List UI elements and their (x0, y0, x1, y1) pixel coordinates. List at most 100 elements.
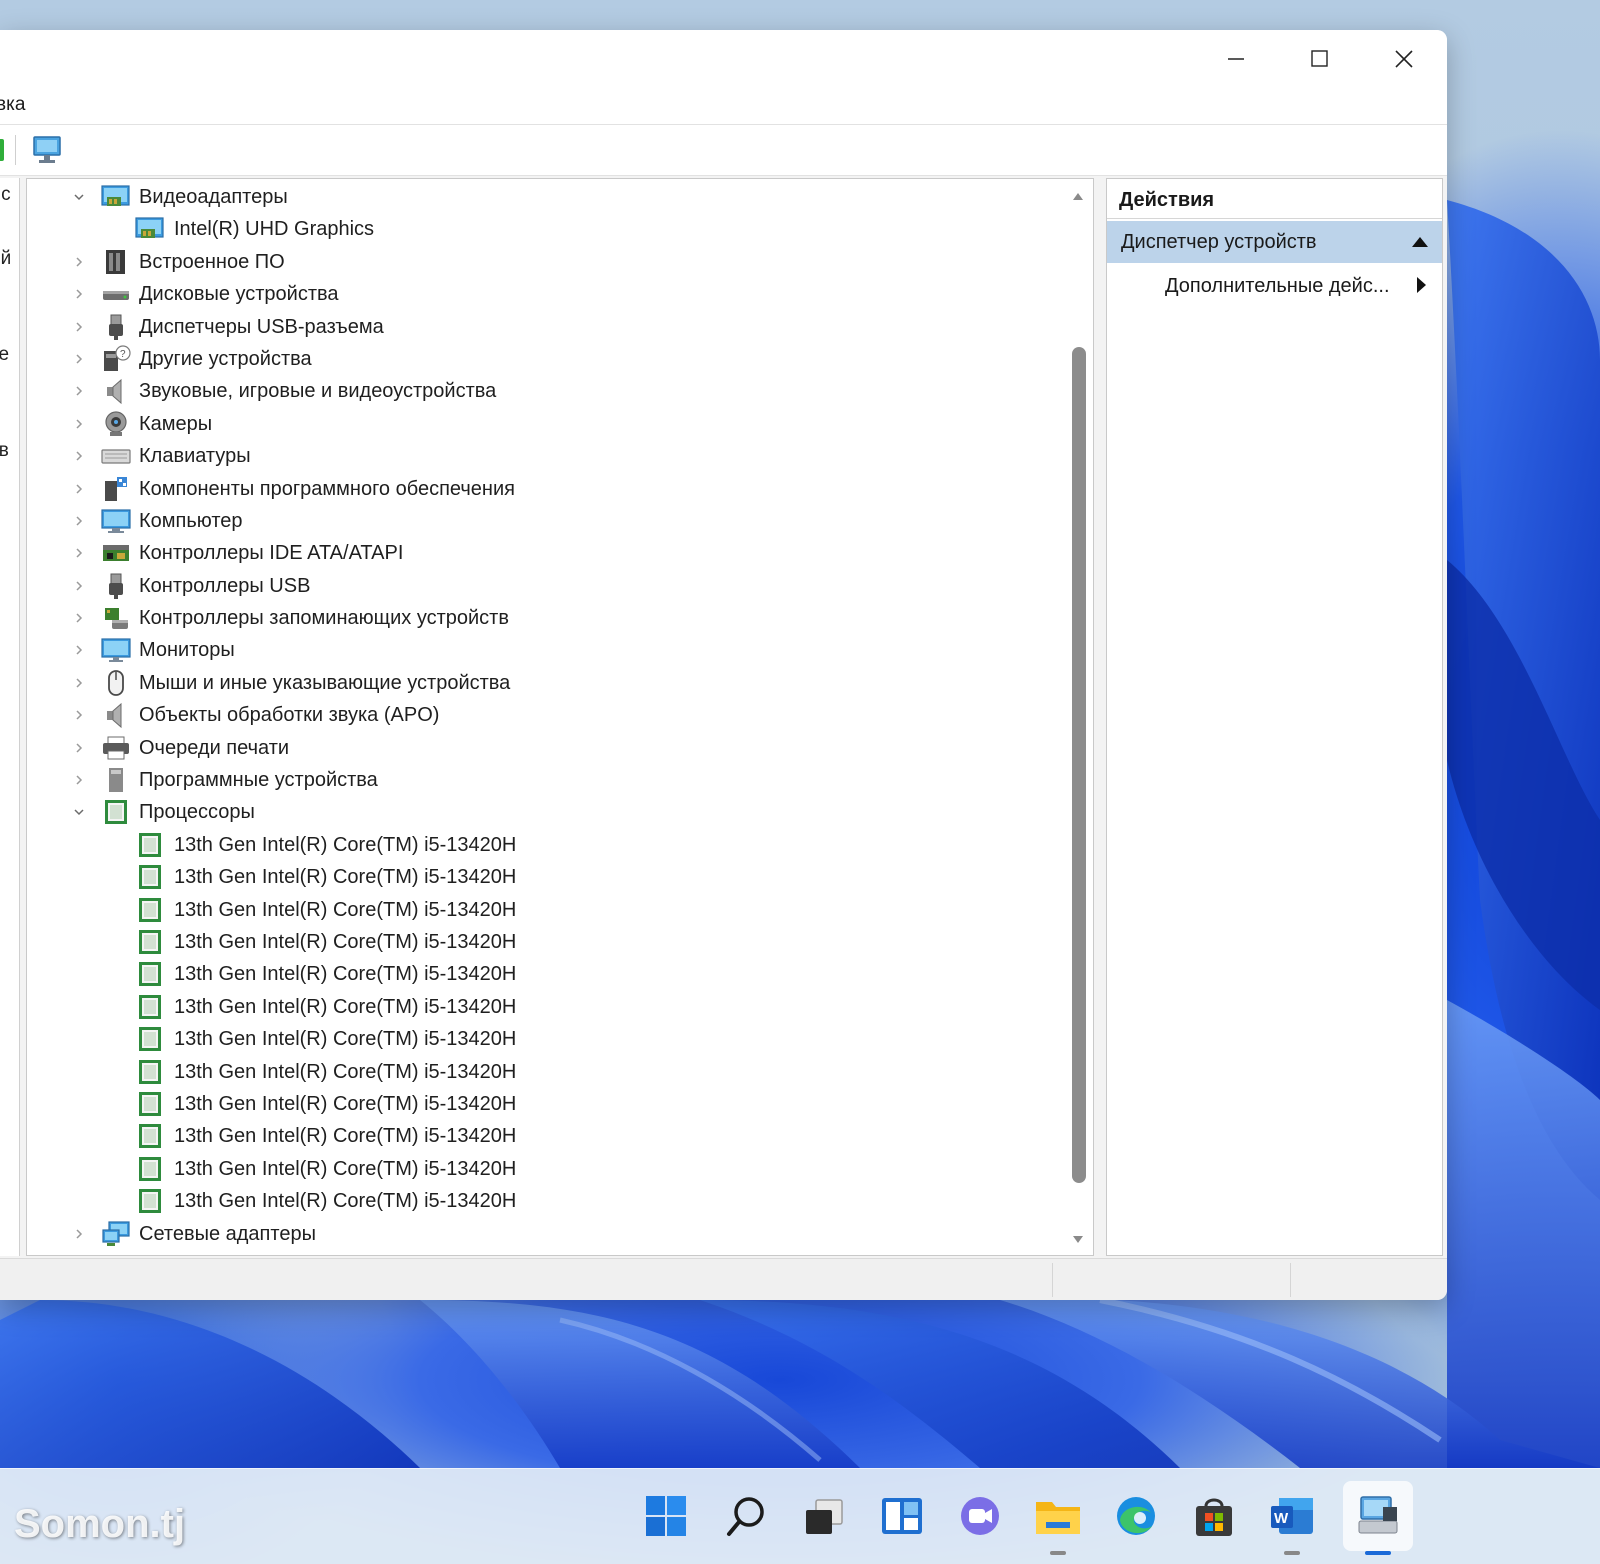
tree-category-row[interactable]: Диспетчеры USB-разъема (27, 311, 1067, 343)
tree-category-row[interactable]: Звуковые, игровые и видеоустройства (27, 375, 1067, 407)
tree-device-row[interactable]: 13th Gen Intel(R) Core(TM) i5-13420H (27, 894, 1067, 926)
tree-item-label: Контроллеры USB (139, 574, 311, 597)
device-tree-pane: Видеоадаптеры Intel(R) UHD Graphics Встрое… (26, 178, 1094, 1256)
taskbar-store-button[interactable] (1179, 1481, 1249, 1551)
chevron-right-icon[interactable] (71, 383, 87, 399)
taskbar-widgets-button[interactable] (867, 1481, 937, 1551)
tree-item-label: Процессоры (139, 801, 255, 824)
tree-category-row[interactable]: Процессоры (27, 796, 1067, 828)
chevron-right-icon[interactable] (71, 610, 87, 626)
tree-category-row[interactable]: Дисковые устройства (27, 278, 1067, 310)
status-divider (1052, 1263, 1053, 1297)
tree-category-row[interactable]: Компьютер (27, 505, 1067, 537)
device-tree: Видеоадаптеры Intel(R) UHD Graphics Встрое… (27, 181, 1067, 1250)
chevron-right-icon[interactable] (71, 286, 87, 302)
tree-category-row[interactable]: Очереди печати (27, 732, 1067, 764)
taskbar-start-button[interactable] (631, 1481, 701, 1551)
tree-device-row[interactable]: 13th Gen Intel(R) Core(TM) i5-13420H (27, 861, 1067, 893)
chevron-right-icon[interactable] (71, 448, 87, 464)
collapse-triangle-icon[interactable] (1412, 237, 1428, 247)
tree-category-row[interactable]: Контроллеры USB (27, 570, 1067, 602)
chevron-right-icon[interactable] (71, 1226, 87, 1242)
scroll-down-arrow-icon[interactable] (1073, 1236, 1083, 1243)
storage-controller-icon (101, 604, 131, 632)
processor-icon (135, 863, 165, 891)
chevron-down-icon[interactable] (71, 189, 87, 205)
minimize-button[interactable] (1206, 42, 1266, 76)
tree-device-row[interactable]: 13th Gen Intel(R) Core(TM) i5-13420H (27, 991, 1067, 1023)
tree-device-row[interactable]: 13th Gen Intel(R) Core(TM) i5-13420H (27, 958, 1067, 990)
tree-item-label: Сетевые адаптеры (139, 1222, 316, 1245)
title-bar[interactable] (0, 30, 1447, 88)
tree-device-row[interactable]: Intel(R) UHD Graphics (27, 213, 1067, 245)
chevron-right-icon[interactable] (71, 481, 87, 497)
tree-category-row[interactable]: Камеры (27, 408, 1067, 440)
chevron-down-icon[interactable] (71, 804, 87, 820)
taskbar-word-button[interactable]: W (1257, 1481, 1327, 1555)
tree-device-row[interactable]: 13th Gen Intel(R) Core(TM) i5-13420H (27, 1153, 1067, 1185)
processor-icon (135, 1025, 165, 1053)
tree-device-row[interactable]: 13th Gen Intel(R) Core(TM) i5-13420H (27, 1088, 1067, 1120)
chevron-right-icon[interactable] (71, 772, 87, 788)
close-button[interactable] (1374, 42, 1434, 76)
chevron-right-icon[interactable] (71, 416, 87, 432)
tree-device-row[interactable]: 13th Gen Intel(R) Core(TM) i5-13420H (27, 926, 1067, 958)
tree-category-row[interactable]: Программные устройства (27, 764, 1067, 796)
chevron-right-icon[interactable] (71, 351, 87, 367)
vertical-scrollbar[interactable] (1065, 179, 1093, 1255)
tree-device-row[interactable]: 13th Gen Intel(R) Core(TM) i5-13420H (27, 1120, 1067, 1152)
scrollbar-thumb[interactable] (1072, 347, 1086, 1183)
taskbar-search-button[interactable] (711, 1481, 781, 1551)
menu-item-help[interactable]: вка (0, 94, 25, 116)
tree-category-row[interactable]: Мониторы (27, 634, 1067, 666)
tree-category-row[interactable]: Сетевые адаптеры (27, 1218, 1067, 1250)
taskbar-device-manager-button[interactable] (1343, 1481, 1413, 1555)
processor-icon (135, 1058, 165, 1086)
tree-category-row[interactable]: Клавиатуры (27, 440, 1067, 472)
chat-icon (961, 1497, 999, 1535)
tree-category-row[interactable]: Видеоадаптеры (27, 181, 1067, 213)
taskbar-file-explorer-button[interactable] (1023, 1481, 1093, 1555)
tree-category-row[interactable]: Мыши и иные указывающие устройства (27, 667, 1067, 699)
tree-item-label: Intel(R) UHD Graphics (174, 218, 375, 241)
usb-connector-icon (101, 313, 131, 341)
tree-item-label: Компоненты программного обеспечения (139, 477, 515, 500)
taskbar-edge-button[interactable] (1101, 1481, 1171, 1551)
running-indicator (1050, 1551, 1066, 1555)
chevron-right-icon[interactable] (71, 513, 87, 529)
more-actions-item[interactable]: Дополнительные дейс... (1107, 265, 1442, 305)
tree-device-row[interactable]: 13th Gen Intel(R) Core(TM) i5-13420H (27, 1056, 1067, 1088)
tree-device-row[interactable]: 13th Gen Intel(R) Core(TM) i5-13420H (27, 1023, 1067, 1055)
chevron-right-icon[interactable] (71, 740, 87, 756)
left-pane-text: лс (0, 184, 11, 205)
tree-device-row[interactable]: 13th Gen Intel(R) Core(TM) i5-13420H (27, 829, 1067, 861)
tree-device-row[interactable]: 13th Gen Intel(R) Core(TM) i5-13420H (27, 1185, 1067, 1217)
tree-category-row[interactable]: Контроллеры запоминающих устройств (27, 602, 1067, 634)
minimize-icon (1228, 58, 1244, 60)
maximize-button[interactable] (1290, 42, 1350, 76)
tree-category-row[interactable]: Встроенное ПО (27, 246, 1067, 278)
tree-category-row[interactable]: Контроллеры IDE ATA/ATAPI (27, 537, 1067, 569)
chevron-right-icon[interactable] (71, 254, 87, 270)
taskbar-chat-button[interactable] (945, 1481, 1015, 1551)
taskbar-task-view-button[interactable] (789, 1481, 859, 1551)
chevron-right-icon[interactable] (71, 545, 87, 561)
processor-icon (135, 831, 165, 859)
chevron-right-icon[interactable] (71, 319, 87, 335)
tree-category-row[interactable]: Компоненты программного обеспечения (27, 473, 1067, 505)
forward-arrow-icon[interactable] (0, 139, 4, 161)
scroll-up-arrow-icon[interactable] (1073, 193, 1083, 200)
actions-section-device-manager[interactable]: Диспетчер устройств (1107, 221, 1442, 263)
chevron-right-icon[interactable] (71, 675, 87, 691)
chevron-right-icon[interactable] (71, 578, 87, 594)
tree-category-row[interactable]: ? Другие устройства (27, 343, 1067, 375)
actions-header: Действия (1107, 179, 1442, 219)
scan-hardware-button[interactable] (32, 135, 64, 170)
actions-section-label: Диспетчер устройств (1121, 231, 1317, 253)
tree-category-row[interactable]: Объекты обработки звука (APO) (27, 699, 1067, 731)
processor-icon (135, 1155, 165, 1183)
network-adapter-icon (101, 1220, 131, 1248)
chevron-right-icon[interactable] (71, 707, 87, 723)
computer-icon (101, 507, 131, 535)
chevron-right-icon[interactable] (71, 642, 87, 658)
